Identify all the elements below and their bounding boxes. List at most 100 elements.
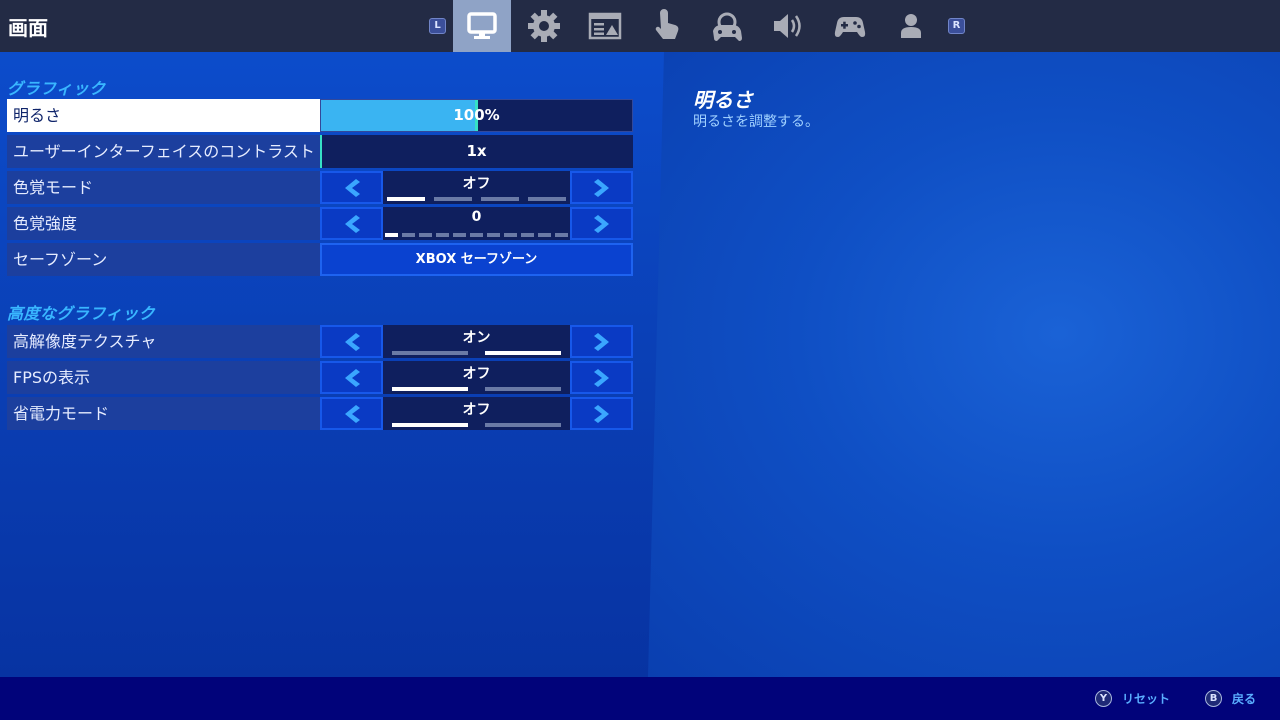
contrast-value[interactable]: 1x [320,135,633,168]
setting-label: 高解像度テクスチャ [7,325,320,358]
setting-label: FPSの表示 [7,361,320,394]
tab-hud[interactable] [576,0,634,52]
option-indicator [504,233,517,237]
page-title: 画面 [8,16,48,40]
setting-color-mode[interactable]: 色覚モード オフ [7,171,633,204]
top-bar: 画面 L R [0,0,1280,52]
next-option-button[interactable] [570,397,633,430]
option-value: オフ [462,176,491,192]
chevron-right-icon [593,368,609,387]
safe-zone-button[interactable]: XBOX セーフゾーン [320,243,633,276]
option-indicator [436,233,449,237]
setting-label: セーフゾーン [7,243,320,276]
back-label: 戻る [1232,692,1257,706]
shoulder-r-button[interactable]: R [948,18,965,34]
setting-label: 色覚モード [7,171,320,204]
setting-ui-contrast[interactable]: ユーザーインターフェイスのコントラスト 1x [7,135,633,168]
next-option-button[interactable] [570,325,633,358]
back-hint[interactable]: B 戻る [1205,690,1256,707]
option-indicator [470,233,483,237]
option-indicator [453,233,466,237]
option-indicator [528,197,566,201]
chevron-right-icon [593,178,609,197]
prev-option-button[interactable] [320,361,383,394]
shoulder-l-button[interactable]: L [429,18,446,34]
tab-controller[interactable] [821,0,879,52]
option-indicator [521,233,534,237]
next-option-button[interactable] [570,171,633,204]
reset-hint[interactable]: Y リセット [1095,690,1170,707]
option-selector: オフ [383,397,570,430]
setting-safe-zone[interactable]: セーフゾーン XBOX セーフゾーン [7,243,633,276]
option-selector: オフ [383,361,570,394]
option-value: オン [462,330,491,346]
section-title-advanced-graphics: 高度なグラフィック [7,304,156,323]
option-indicator [385,233,398,237]
section-title-graphics: グラフィック [7,79,106,98]
tab-touch[interactable] [637,0,695,52]
prev-option-button[interactable] [320,397,383,430]
hud-layout-icon [588,12,622,40]
option-selector: オフ [383,171,570,204]
option-selector: 0 [383,207,570,240]
setting-label: ユーザーインターフェイスのコントラスト [7,135,320,168]
chevron-right-icon [593,214,609,233]
chevron-left-icon [344,178,360,197]
bottom-bar [0,677,1280,720]
tab-display[interactable] [453,0,511,52]
option-indicator [485,423,561,427]
brightness-slider[interactable]: 100% [320,99,633,132]
slider-value: 100% [453,106,500,124]
option-indicators [383,387,570,391]
option-indicator [487,233,500,237]
gear-icon [528,10,560,42]
chevron-left-icon [344,368,360,387]
option-indicator [538,233,551,237]
account-icon [901,14,921,38]
description-title: 明るさ [693,88,753,112]
option-indicators [383,197,570,201]
option-indicator [392,423,468,427]
setting-label: 省電力モード [7,397,320,430]
chevron-right-icon [593,332,609,351]
tab-controller-settings[interactable] [698,0,756,52]
option-indicator [419,233,432,237]
option-indicator [481,197,519,201]
b-button-icon: B [1205,690,1222,707]
chevron-right-icon [593,404,609,423]
setting-show-fps[interactable]: FPSの表示 オフ [7,361,633,394]
option-indicator [387,197,425,201]
touch-icon [655,9,679,39]
controller-gear-icon [713,12,742,41]
chevron-left-icon [344,214,360,233]
next-option-button[interactable] [570,361,633,394]
setting-label: 明るさ [7,99,320,132]
setting-hires-textures[interactable]: 高解像度テクスチャ オン [7,325,633,358]
option-value: オフ [462,366,491,382]
prev-option-button[interactable] [320,171,383,204]
setting-color-strength[interactable]: 色覚強度 0 [7,207,633,240]
option-indicator [392,351,468,355]
option-indicators [383,423,570,427]
option-indicator [434,197,472,201]
option-indicator [402,233,415,237]
prev-option-button[interactable] [320,207,383,240]
setting-power-saving[interactable]: 省電力モード オフ [7,397,633,430]
option-indicator [555,233,568,237]
monitor-icon [467,12,497,39]
option-indicators [383,233,570,237]
next-option-button[interactable] [570,207,633,240]
chevron-left-icon [344,404,360,423]
tab-game-settings[interactable] [515,0,573,52]
description-text: 明るさを調整する。 [693,114,819,130]
option-indicator [392,387,468,391]
gamepad-icon [834,17,866,37]
prev-option-button[interactable] [320,325,383,358]
speaker-icon [774,14,801,38]
option-indicators [383,351,570,355]
tab-account[interactable] [882,0,940,52]
tab-audio[interactable] [759,0,817,52]
setting-brightness[interactable]: 明るさ 100% [7,99,633,132]
slider-handle[interactable] [320,135,322,168]
setting-label: 色覚強度 [7,207,320,240]
